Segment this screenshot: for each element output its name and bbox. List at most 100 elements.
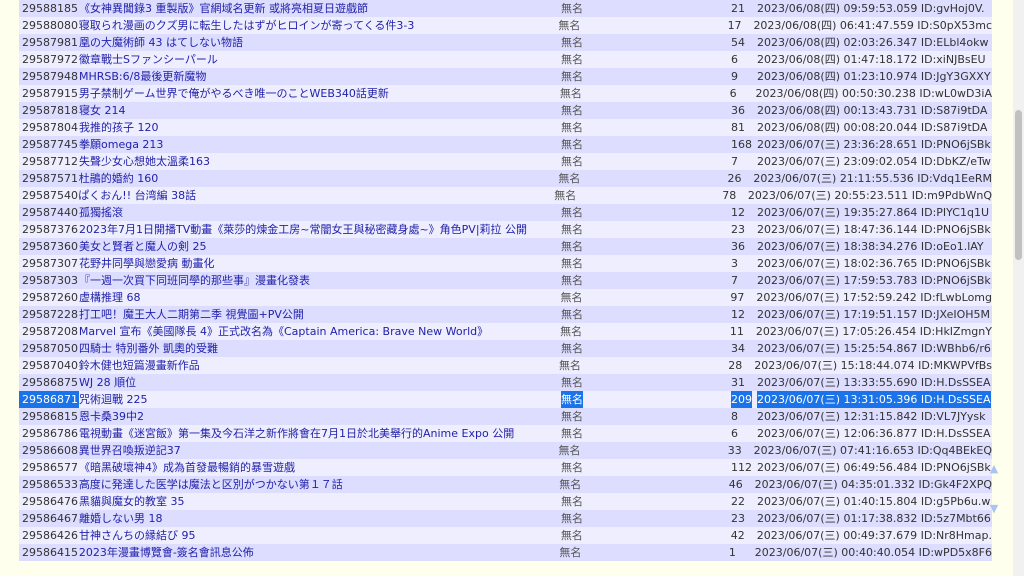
thread-title-link[interactable]: 《女神異聞錄3 重製版》官網域名更新 或將亮相夏日遊戲節: [79, 0, 559, 17]
table-row[interactable]: 29586426 甘神さんちの縁結び 95 無名 42 2023/06/07(三) 00…: [19, 527, 992, 544]
thread-author: 無名: [560, 529, 583, 542]
thread-title-link[interactable]: 花野井同學與戀愛病 動畫化: [79, 255, 559, 272]
reply-count: 26: [727, 172, 742, 185]
thread-title-link[interactable]: 電視動畫《迷宮飯》第一集及今石洋之新作將會在7月1日於北美舉行的Anime Ex…: [79, 425, 559, 442]
thread-title-link[interactable]: 黑貓與魔女的教室 35: [79, 493, 559, 510]
post-time: 2023/06/07(三) 13:31:05.396 ID:H.DsSSEA: [757, 391, 992, 408]
table-row[interactable]: 29586815 恩卡桑39中2 無名 8 2023/06/07(三) 12:31:15…: [19, 408, 992, 425]
thread-id: 29587260: [22, 291, 78, 304]
thread-title-link[interactable]: 孤獨搖滾: [79, 204, 559, 221]
scrollbar[interactable]: [1013, 0, 1024, 576]
thread-title-link[interactable]: Marvel 宣布《美國隊長 4》正式改名為《Captain America: …: [79, 323, 558, 340]
post-time: 2023/06/07(三) 17:52:59.242 ID:fLwbLomg: [756, 291, 993, 304]
table-row[interactable]: 29587948 MHRSB:6/8最後更新魔物 無名 9 2023/06/08(四) …: [19, 68, 992, 85]
table-row[interactable]: 29587050 四騎士 特別番外 凱奧的受難 無名 34 2023/06/07(三) …: [19, 340, 992, 357]
table-row[interactable]: 29588080 寝取られ漫画のクズ男に転生したはずがヒロインが寄ってくる件3-3…: [19, 17, 992, 34]
thread-title-link[interactable]: 2023年漫畫博覽會-簽名會訊息公佈: [79, 544, 558, 561]
table-row[interactable]: 29586871 咒術迴戰 225 無名 209 2023/06/07(三) 13:31…: [19, 391, 992, 408]
table-row[interactable]: 29587745 拳願omega 213 無名 168 2023/06/07(三) 23…: [19, 136, 992, 153]
post-time: 2023/06/07(三) 01:40:15.804 ID:g5Pb6u.w: [757, 495, 991, 508]
reply-count: 6: [731, 427, 738, 440]
thread-title-link[interactable]: ぱくおん!! 台湾編 38話: [78, 187, 552, 204]
thread-title-link[interactable]: 異世界召喚叛逆記37: [79, 442, 557, 459]
thread-title-link[interactable]: 虚構推理 68: [79, 289, 559, 306]
thread-title-link[interactable]: 咒術迴戰 225: [79, 391, 559, 408]
thread-list: 29588185 《女神異聞錄3 重製版》官網域名更新 或將亮相夏日遊戲節 無名 21…: [19, 0, 992, 561]
table-row[interactable]: 29587303 『一週一次買下同班同學的那些事』漫畫化發表 無名 7 2023/06/…: [19, 272, 992, 289]
scroll-down-icon[interactable]: ▼: [986, 502, 1002, 542]
thread-id: 29587040: [22, 359, 78, 372]
thread-title-link[interactable]: 我推的孩子 120: [79, 119, 559, 136]
table-row[interactable]: 29587440 孤獨搖滾 無名 12 2023/06/07(三) 19:35:27.8…: [19, 204, 992, 221]
thread-id: 29586467: [22, 512, 78, 525]
table-row[interactable]: 29586476 黑貓與魔女的教室 35 無名 22 2023/06/07(三) 01:…: [19, 493, 992, 510]
thread-title-link[interactable]: 打工吧！魔王大人二期第二季 視覺圖+PV公開: [79, 306, 559, 323]
table-row[interactable]: 29588185 《女神異聞錄3 重製版》官網域名更新 或將亮相夏日遊戲節 無名 21…: [19, 0, 992, 17]
thread-title-link[interactable]: 失聲少女心想她太溫柔163: [79, 153, 559, 170]
table-row[interactable]: 29586577 《暗黑破壞神4》成為首發最暢銷的暴雪遊戲 無名 112 2023/06…: [19, 459, 992, 476]
table-row[interactable]: 29587818 寝女 214 無名 36 2023/06/08(四) 00:13:43…: [19, 102, 992, 119]
table-row[interactable]: 29586786 電視動畫《迷宮飯》第一集及今石洋之新作將會在7月1日於北美舉行的…: [19, 425, 992, 442]
thread-title-link[interactable]: 寝取られ漫画のクズ男に転生したはずがヒロインが寄ってくる件3-3: [79, 17, 557, 34]
thread-author: 無名: [561, 240, 583, 253]
thread-title-link[interactable]: 杜鵑的婚約 160: [79, 170, 557, 187]
scroll-up-icon[interactable]: ▲: [986, 462, 1002, 502]
table-row[interactable]: 29587040 鈴木健也短篇漫畫新作品 無名 28 2023/06/07(三) 15:…: [19, 357, 992, 374]
thread-id: 29588185: [22, 2, 78, 15]
post-time: 2023/06/07(三) 18:38:34.276 ID:oEo1.lAY: [757, 240, 984, 253]
table-row[interactable]: 29587571 杜鵑的婚約 160 無名 26 2023/06/07(三) 21:11…: [19, 170, 992, 187]
thread-title-link[interactable]: 離婚しない男 18: [79, 510, 559, 527]
thread-title-link[interactable]: 高度に発達した医学は魔法と区別がつかない第１７話: [79, 476, 557, 493]
table-row[interactable]: 29587208 Marvel 宣布《美國隊長 4》正式改名為《Captain A…: [19, 323, 992, 340]
table-row[interactable]: 29586415 2023年漫畫博覽會-簽名會訊息公佈 無名 1 2023/06/07(…: [19, 544, 992, 561]
post-time: 2023/06/07(三) 18:47:36.144 ID:PNO6jSBk: [757, 223, 991, 236]
thread-title-link[interactable]: 寝女 214: [79, 102, 559, 119]
thread-author: 無名: [559, 391, 729, 408]
table-row[interactable]: 29587540 ぱくおん!! 台湾編 38話 無名 78 2023/06/07(三) …: [19, 187, 992, 204]
post-time: 2023/06/08(四) 00:13:43.731 ID:S87i9tDA: [757, 104, 988, 117]
reply-count: 7: [731, 155, 738, 168]
thread-id: 29587540: [22, 189, 78, 202]
thread-title-link[interactable]: 『一週一次買下同班同學的那些事』漫畫化發表: [79, 272, 559, 289]
thread-title-link[interactable]: 甘神さんちの縁結び 95: [79, 527, 559, 544]
thread-title-link[interactable]: 四騎士 特別番外 凱奧的受難: [79, 340, 559, 357]
thread-title-link[interactable]: 拳願omega 213: [79, 136, 559, 153]
table-row[interactable]: 29586608 異世界召喚叛逆記37 無名 33 2023/06/07(三) 07:4…: [19, 442, 992, 459]
reply-count: 34: [731, 342, 745, 355]
thread-id: 29586415: [22, 546, 78, 559]
table-row[interactable]: 29586467 離婚しない男 18 無名 23 2023/06/07(三) 01:17…: [19, 510, 992, 527]
table-row[interactable]: 29587376 2023年7月1日開播TV動畫《萊莎的煉金工房~常闇女王與秘密藏…: [19, 221, 992, 238]
table-row[interactable]: 29587260 虚構推理 68 無名 97 2023/06/07(三) 17:52:5…: [19, 289, 992, 306]
table-row[interactable]: 29586533 高度に発達した医学は魔法と区別がつかない第１７話 無名 46 2023…: [19, 476, 992, 493]
thread-title-link[interactable]: 鈴木健也短篇漫畫新作品: [79, 357, 557, 374]
reply-count: 12: [731, 206, 745, 219]
post-time: 2023/06/07(三) 20:55:23.511 ID:m9PdbWnQ: [747, 189, 992, 202]
reply-count: 81: [731, 121, 745, 134]
table-row[interactable]: 29586875 WJ 28 順位 無名 31 2023/06/07(三) 13:33:…: [19, 374, 992, 391]
thread-title-link[interactable]: 凰の大魔術師 43 はてしない物語: [79, 34, 559, 51]
thread-author: 無名: [558, 19, 581, 32]
scrollbar-thumb[interactable]: [1015, 110, 1022, 260]
table-row[interactable]: 29587712 失聲少女心想她太溫柔163 無名 7 2023/06/07(三) 23…: [19, 153, 992, 170]
thread-author: 無名: [558, 359, 581, 372]
table-row[interactable]: 29587307 花野井同學與戀愛病 動畫化 無名 3 2023/06/07(三) 18…: [19, 255, 992, 272]
table-row[interactable]: 29587360 美女と賢者と魔人の剣 25 無名 36 2023/06/07(三) 1…: [19, 238, 992, 255]
thread-title-link[interactable]: 美女と賢者と魔人の剣 25: [79, 238, 559, 255]
table-row[interactable]: 29587228 打工吧！魔王大人二期第二季 視覺圖+PV公開 無名 12 2023/0…: [19, 306, 992, 323]
thread-title-link[interactable]: WJ 28 順位: [79, 374, 559, 391]
thread-title-link[interactable]: 2023年7月1日開播TV動畫《萊莎的煉金工房~常闇女王與秘密藏身處~》角色PV…: [79, 221, 559, 238]
thread-title-link[interactable]: 男子禁制ゲーム世界で俺がやるべき唯一のことWEB340話更新: [79, 85, 558, 102]
table-row[interactable]: 29587981 凰の大魔術師 43 はてしない物語 無名 54 2023/06/08(…: [19, 34, 992, 51]
thread-id: 29587050: [22, 342, 78, 355]
thread-title-link[interactable]: MHRSB:6/8最後更新魔物: [79, 68, 559, 85]
table-row[interactable]: 29587915 男子禁制ゲーム世界で俺がやるべき唯一のことWEB340話更新 無名…: [19, 85, 992, 102]
post-time: 2023/06/07(三) 19:35:27.864 ID:PIYC1q1U: [757, 206, 989, 219]
thread-title-link[interactable]: 恩卡桑39中2: [79, 408, 559, 425]
reply-count: 36: [731, 240, 745, 253]
thread-title-link[interactable]: 徽章戰士Sファンシーパール: [79, 51, 559, 68]
table-row[interactable]: 29587972 徽章戰士Sファンシーパール 無名 6 2023/06/08(四) 01…: [19, 51, 992, 68]
table-row[interactable]: 29587804 我推的孩子 120 無名 81 2023/06/08(四) 00:08…: [19, 119, 992, 136]
thread-author: 無名: [561, 461, 583, 474]
post-time: 2023/06/07(三) 13:33:55.690 ID:H.DsSSEA: [757, 376, 991, 389]
thread-title-link[interactable]: 《暗黑破壞神4》成為首發最暢銷的暴雪遊戲: [79, 459, 559, 476]
